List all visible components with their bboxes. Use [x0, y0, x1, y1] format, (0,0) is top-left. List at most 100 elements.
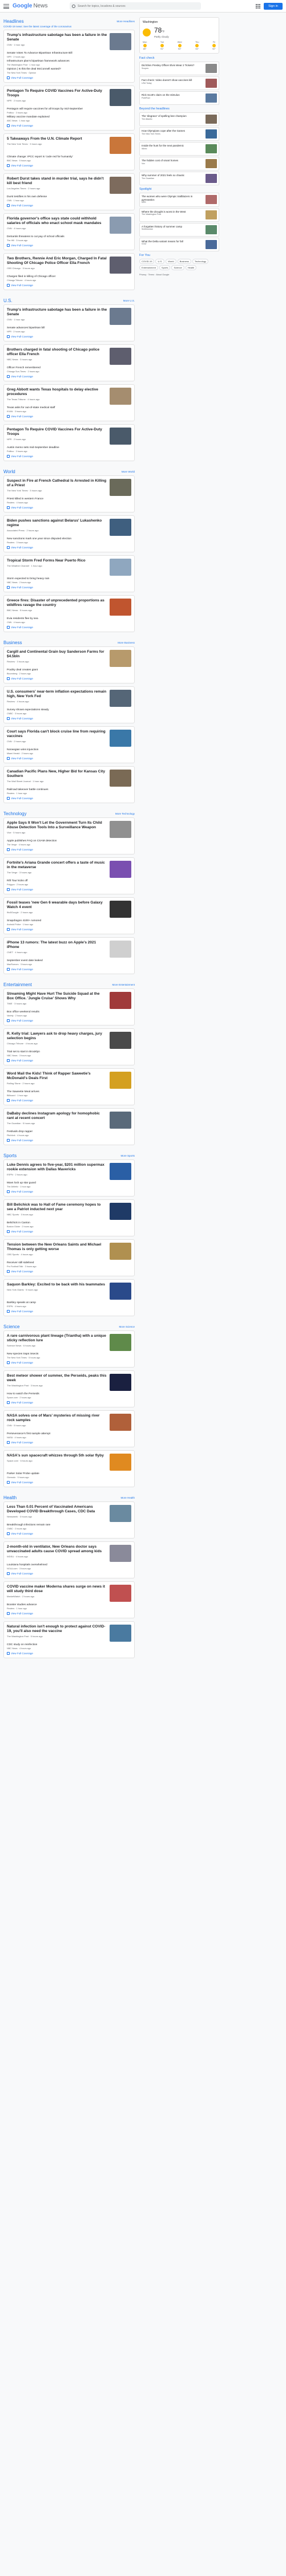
- related-item[interactable]: Infrastructure plan's bipartisan framewo…: [7, 60, 131, 67]
- apps-icon[interactable]: [256, 3, 261, 9]
- search-input[interactable]: [78, 4, 192, 8]
- related-item[interactable]: Priest killed in western France Reuters ·…: [7, 498, 131, 504]
- related-item[interactable]: Pentagon will require vaccines for all t…: [7, 108, 131, 115]
- full-coverage-button[interactable]: View Full Coverage: [7, 124, 131, 127]
- full-coverage-button[interactable]: View Full Coverage: [7, 1572, 131, 1575]
- side-story[interactable]: Inside the hunt for the next pandemic Wir…: [139, 142, 219, 156]
- related-item[interactable]: New species traps insects The New York Ti…: [7, 1353, 131, 1360]
- sign-in-button[interactable]: Sign in: [264, 2, 283, 10]
- related-item[interactable]: Parker Solar Probe update Gizmodo · 5 hou…: [7, 1472, 131, 1479]
- section-more-link[interactable]: More Headlines: [116, 20, 135, 23]
- related-item[interactable]: Booster studies advance Reuters · 1 hour …: [7, 1604, 131, 1610]
- related-item[interactable]: September event date leaked MacRumors · 3…: [7, 959, 131, 966]
- related-item[interactable]: Durst testifies in his own defense CNN · …: [7, 196, 131, 202]
- story-thumbnail[interactable]: [110, 519, 131, 536]
- full-coverage-button[interactable]: View Full Coverage: [7, 164, 131, 167]
- full-coverage-button[interactable]: View Full Coverage: [7, 1361, 131, 1364]
- full-coverage-button[interactable]: View Full Coverage: [7, 848, 131, 851]
- story-thumbnail[interactable]: [110, 690, 131, 707]
- related-item[interactable]: Mavs lock up star guard The Athletic · 1 …: [7, 1182, 131, 1189]
- section-more-link[interactable]: More U.S.: [123, 299, 135, 302]
- story-headline[interactable]: Trump's infrastructure sabotage has been…: [7, 308, 107, 317]
- story-headline[interactable]: Pentagon To Require COVID Vaccines For A…: [7, 89, 107, 98]
- full-coverage-button[interactable]: View Full Coverage: [7, 626, 131, 629]
- full-coverage-button[interactable]: View Full Coverage: [7, 757, 131, 760]
- section-title[interactable]: U.S.: [3, 298, 13, 303]
- story-headline[interactable]: Streaming Might Have Hurt The Suicide Sq…: [7, 992, 107, 1001]
- full-coverage-button[interactable]: View Full Coverage: [7, 1099, 131, 1102]
- related-item[interactable]: Festivals drop rapper Pitchfork · 4 hours…: [7, 1130, 131, 1137]
- story-headline[interactable]: A rare carnivorous plant lineage (Triant…: [7, 1334, 107, 1343]
- story-thumbnail[interactable]: [110, 1585, 131, 1602]
- full-coverage-button[interactable]: View Full Coverage: [7, 415, 131, 418]
- side-story[interactable]: The hidden cost of smart homes Vox: [139, 157, 219, 170]
- story-thumbnail[interactable]: [110, 1032, 131, 1049]
- story-headline[interactable]: NASA's sun spacecraft whizzes through 5t…: [7, 1454, 107, 1458]
- side-story[interactable]: A forgotten history of summer camp Smiths…: [139, 222, 219, 237]
- full-coverage-button[interactable]: View Full Coverage: [7, 717, 131, 720]
- related-item[interactable]: Military vaccine mandate explained ABC Ne…: [7, 116, 131, 123]
- full-coverage-button[interactable]: View Full Coverage: [7, 928, 131, 931]
- section-more-link[interactable]: More Business: [118, 641, 135, 644]
- topic-chip[interactable]: U.S.: [155, 258, 165, 264]
- story-thumbnail[interactable]: [110, 861, 131, 878]
- full-coverage-button[interactable]: View Full Coverage: [7, 1019, 131, 1022]
- section-title[interactable]: Science: [3, 1324, 19, 1329]
- topic-chip[interactable]: Sports: [159, 264, 171, 270]
- story-thumbnail[interactable]: [110, 941, 131, 958]
- weather-card[interactable]: Washington 78°F Partly cloudy Mon 89° Tue 9…: [139, 17, 219, 54]
- story-headline[interactable]: Bill Belichick was to Hall of Fame cerem…: [7, 1203, 107, 1212]
- story-headline[interactable]: Court says Florida can't block cruise li…: [7, 730, 107, 739]
- search-box[interactable]: [70, 2, 201, 10]
- weather-unit[interactable]: °F: [162, 30, 164, 34]
- story-thumbnail[interactable]: [110, 730, 131, 747]
- full-coverage-button[interactable]: View Full Coverage: [7, 968, 131, 971]
- side-story[interactable]: Where the drought is worst in the West Th…: [139, 207, 219, 222]
- story-thumbnail[interactable]: [110, 428, 131, 445]
- story-thumbnail[interactable]: [110, 1334, 131, 1351]
- full-coverage-button[interactable]: View Full Coverage: [7, 1401, 131, 1404]
- story-headline[interactable]: NASA solves one of Mars' mysteries of mi…: [7, 1414, 107, 1423]
- logo[interactable]: Google News: [13, 3, 53, 9]
- story-headline[interactable]: Tropical Storm Fred Forms Near Puerto Ri…: [7, 559, 107, 563]
- story-thumbnail[interactable]: [110, 177, 131, 194]
- story-thumbnail[interactable]: [110, 1505, 131, 1522]
- full-coverage-button[interactable]: View Full Coverage: [7, 1441, 131, 1444]
- topic-chip[interactable]: Entertainment: [139, 264, 158, 270]
- related-item[interactable]: Evia residents flee by sea CNN · 4 hours …: [7, 617, 131, 624]
- fact-check-title[interactable]: Fact check: [139, 56, 219, 60]
- story-thumbnail[interactable]: [110, 257, 131, 274]
- side-story[interactable]: What the Delta variant means for fall STA…: [139, 237, 219, 251]
- full-coverage-button[interactable]: View Full Coverage: [7, 204, 131, 207]
- related-item[interactable]: Texas asks for out-of-state medical staf…: [7, 406, 131, 413]
- story-thumbnail[interactable]: [110, 1283, 131, 1300]
- full-coverage-button[interactable]: View Full Coverage: [7, 1310, 131, 1313]
- full-coverage-button[interactable]: View Full Coverage: [7, 1190, 131, 1193]
- story-headline[interactable]: Less Than 0.01 Percent of Vaccinated Ame…: [7, 1505, 107, 1514]
- full-coverage-button[interactable]: View Full Coverage: [7, 1481, 131, 1484]
- story-thumbnail[interactable]: [110, 217, 131, 234]
- story-headline[interactable]: Canadian Pacific Plans New, Higher Bid f…: [7, 770, 107, 779]
- story-headline[interactable]: Luke Dennis agrees to five-year, $201 mi…: [7, 1163, 107, 1172]
- section-title[interactable]: Headlines: [3, 19, 24, 24]
- side-story[interactable]: Did Elvis Presley Officer Elvis Wear 2 T…: [139, 62, 219, 75]
- story-thumbnail[interactable]: [110, 1625, 131, 1642]
- section-more-link[interactable]: More Health: [120, 1496, 135, 1499]
- full-coverage-button[interactable]: View Full Coverage: [7, 797, 131, 800]
- topic-chip[interactable]: COVID-19: [139, 258, 155, 264]
- topic-chip[interactable]: Business: [177, 258, 191, 264]
- story-thumbnail[interactable]: [110, 1203, 131, 1220]
- section-title[interactable]: Entertainment: [3, 982, 32, 987]
- related-item[interactable]: DeSantis threatens to cut pay of school …: [7, 235, 131, 242]
- story-thumbnail[interactable]: [110, 1374, 131, 1391]
- full-coverage-button[interactable]: View Full Coverage: [7, 284, 131, 287]
- search-icon[interactable]: [72, 4, 75, 8]
- story-headline[interactable]: 2-month-old in ventilator, New Orleans d…: [7, 1545, 107, 1554]
- topic-chip[interactable]: World: [166, 258, 176, 264]
- story-headline[interactable]: Saquon Barkley: Excited to be back with …: [7, 1283, 107, 1287]
- story-headline[interactable]: R. Kelly trial: Lawyers ask to drop heav…: [7, 1032, 107, 1041]
- spotlight-title[interactable]: Spotlight: [139, 188, 219, 191]
- story-headline[interactable]: Brothers charged in fatal shooting of Ch…: [7, 348, 107, 357]
- menu-icon[interactable]: [3, 3, 9, 9]
- section-more-link[interactable]: More Science: [119, 1325, 135, 1328]
